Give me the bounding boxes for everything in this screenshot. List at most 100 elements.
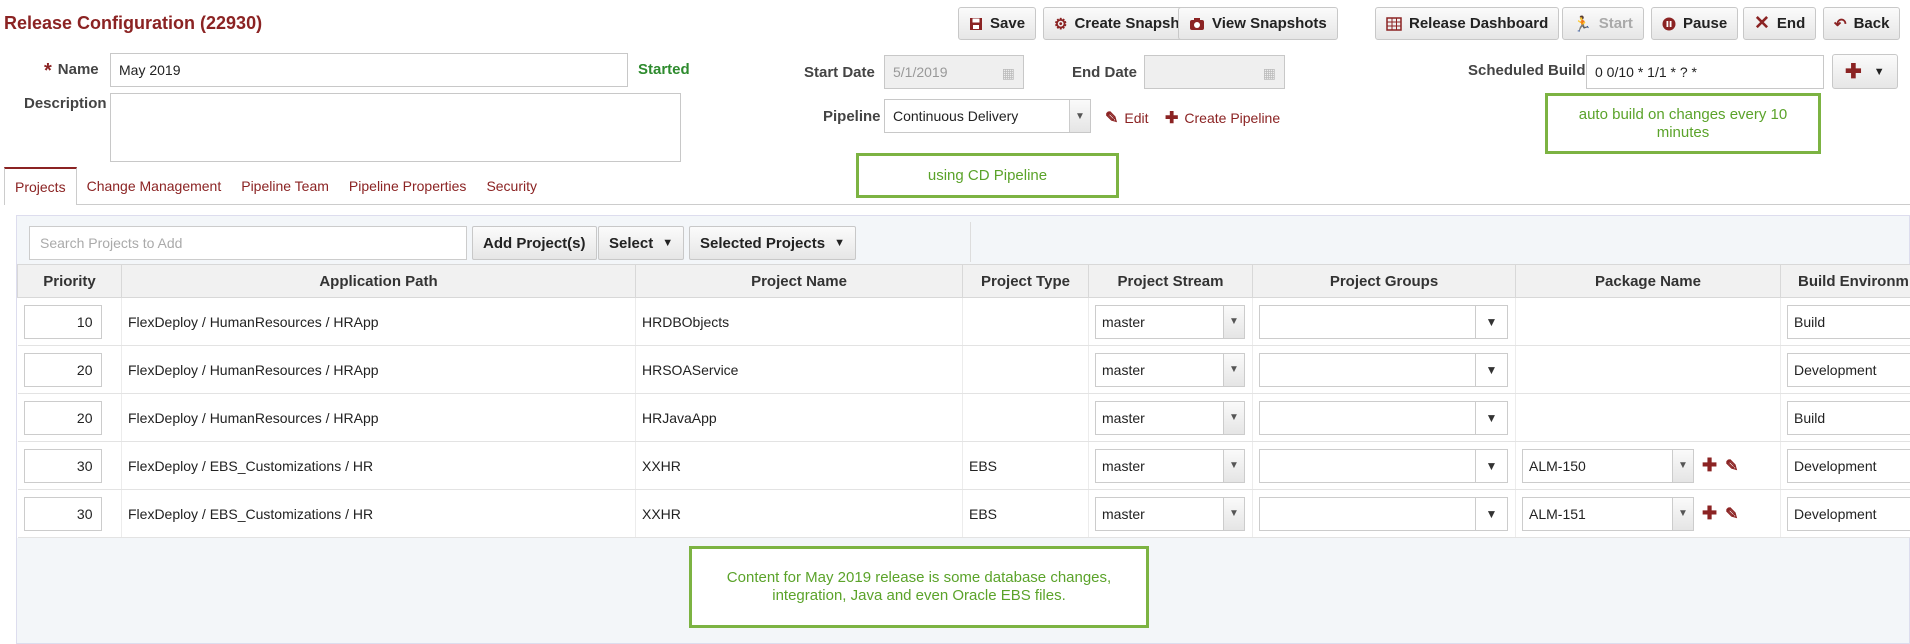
name-label: * Name xyxy=(44,60,99,82)
name-input[interactable]: May 2019 xyxy=(110,53,628,87)
description-label: Description xyxy=(24,95,107,112)
cd-pipeline-note: using CD Pipeline xyxy=(856,153,1119,198)
project-type: EBS xyxy=(962,489,1089,538)
caret-down-icon[interactable]: ▼ xyxy=(1475,497,1507,530)
build-environment-select[interactable]: Development xyxy=(1787,352,1910,387)
search-projects-input[interactable]: Search Projects to Add xyxy=(29,226,467,260)
end-button[interactable]: ✕ End xyxy=(1743,7,1817,40)
project-stream-select[interactable]: master ▼ xyxy=(1095,496,1245,531)
tab-projects[interactable]: Projects xyxy=(4,167,77,205)
view-snapshots-button[interactable]: View Snapshots xyxy=(1178,7,1338,40)
plus-icon[interactable]: ✚ xyxy=(1702,455,1717,476)
pause-icon xyxy=(1662,17,1676,31)
start-date-input[interactable]: 5/1/2019 ▦ xyxy=(884,55,1024,89)
select-dropdown-button[interactable]: Select ▼ xyxy=(598,226,685,260)
column-header-package-name[interactable]: Package Name xyxy=(1515,264,1781,298)
priority-input[interactable]: 30 xyxy=(23,496,102,531)
tab-security[interactable]: Security xyxy=(476,167,547,205)
chevron-down-icon[interactable]: ▼ xyxy=(1223,449,1244,482)
priority-input[interactable]: 20 xyxy=(23,400,102,435)
edit-pipeline-link[interactable]: ✎ Edit xyxy=(1105,108,1149,128)
project-stream-select[interactable]: master ▼ xyxy=(1095,400,1245,435)
package-cell: ALM-151 ▼ ✚ ✎ xyxy=(1522,496,1774,531)
pencil-icon: ✎ xyxy=(1105,110,1119,127)
save-icon xyxy=(969,17,983,31)
calendar-icon[interactable]: ▦ xyxy=(1002,65,1015,82)
column-header-application-path[interactable]: Application Path xyxy=(121,264,636,298)
chevron-down-icon[interactable]: ▼ xyxy=(1672,497,1693,530)
start-button[interactable]: 🏃 Start xyxy=(1562,7,1644,40)
build-environment-select[interactable]: Development xyxy=(1787,448,1910,483)
description-input[interactable] xyxy=(110,93,681,162)
scheduled-build-input[interactable]: 0 0/10 * 1/1 * ? * xyxy=(1586,55,1824,89)
package-select[interactable]: ALM-150 ▼ xyxy=(1522,448,1694,483)
column-header-project-groups[interactable]: Project Groups xyxy=(1252,264,1516,298)
camera-icon xyxy=(1189,17,1205,31)
grid-icon xyxy=(1386,16,1402,31)
plus-icon[interactable]: ✚ xyxy=(1702,503,1717,524)
pipeline-select[interactable]: Continuous Delivery ▼ xyxy=(884,99,1091,133)
project-groups-select[interactable]: ▼ xyxy=(1259,496,1508,531)
tab-pipeline-team[interactable]: Pipeline Team xyxy=(231,167,339,205)
build-environment-select[interactable]: Build xyxy=(1787,304,1910,339)
caret-down-icon: ▼ xyxy=(834,237,845,249)
chevron-down-icon[interactable]: ▼ xyxy=(1223,497,1244,530)
tab-pipeline-properties[interactable]: Pipeline Properties xyxy=(339,167,477,205)
scheduled-build-label: Scheduled Build xyxy=(1468,62,1586,79)
priority-input[interactable]: 20 xyxy=(23,352,102,387)
column-header-build-environment[interactable]: Build Environm xyxy=(1780,264,1910,298)
priority-input[interactable]: 30 xyxy=(23,448,102,483)
project-groups-select[interactable]: ▼ xyxy=(1259,400,1508,435)
tab-change-management[interactable]: Change Management xyxy=(77,167,232,205)
back-button[interactable]: ↶ Back xyxy=(1823,7,1901,40)
auto-build-note: auto build on changes every 10 minutes xyxy=(1545,93,1821,154)
add-projects-button[interactable]: Add Project(s) xyxy=(472,226,597,260)
project-stream-select[interactable]: master ▼ xyxy=(1095,448,1245,483)
chevron-down-icon[interactable]: ▼ xyxy=(1069,100,1090,132)
pencil-icon[interactable]: ✎ xyxy=(1725,504,1738,524)
package-select[interactable]: ALM-151 ▼ xyxy=(1522,496,1694,531)
caret-down-icon[interactable]: ▼ xyxy=(1475,401,1507,434)
caret-down-icon: ▼ xyxy=(662,237,674,249)
chevron-down-icon[interactable]: ▼ xyxy=(1223,401,1244,434)
build-environment-select[interactable]: Build xyxy=(1787,400,1910,435)
create-pipeline-link[interactable]: ✚ Create Pipeline xyxy=(1165,108,1280,128)
priority-input[interactable]: 10 xyxy=(23,304,102,339)
gear-icon: ⚙ xyxy=(1054,15,1068,33)
project-type xyxy=(962,345,1089,394)
application-path: FlexDeploy / HumanResources / HRApp xyxy=(121,345,636,394)
table-row[interactable]: 10 FlexDeploy / HumanResources / HRApp HRD… xyxy=(17,297,1910,346)
schedule-add-dropdown[interactable]: ✚ ▼ xyxy=(1832,54,1898,89)
pause-button[interactable]: Pause xyxy=(1651,7,1739,40)
table-row[interactable]: 20 FlexDeploy / HumanResources / HRApp HRJ… xyxy=(17,393,1910,442)
column-header-project-stream[interactable]: Project Stream xyxy=(1088,264,1253,298)
caret-down-icon[interactable]: ▼ xyxy=(1475,353,1507,386)
caret-down-icon: ▼ xyxy=(1873,65,1885,78)
build-environment-select[interactable]: Development xyxy=(1787,496,1910,531)
save-button[interactable]: Save xyxy=(958,7,1037,40)
chevron-down-icon[interactable]: ▼ xyxy=(1223,353,1244,386)
project-groups-select[interactable]: ▼ xyxy=(1259,448,1508,483)
end-date-input[interactable]: ▦ xyxy=(1144,55,1285,89)
release-dashboard-button[interactable]: Release Dashboard xyxy=(1375,7,1560,40)
project-stream-select[interactable]: master ▼ xyxy=(1095,304,1245,339)
table-row[interactable]: 30 FlexDeploy / EBS_Customizations / HR XX… xyxy=(17,489,1910,538)
caret-down-icon[interactable]: ▼ xyxy=(1475,449,1507,482)
application-path: FlexDeploy / HumanResources / HRApp xyxy=(121,393,636,442)
caret-down-icon[interactable]: ▼ xyxy=(1475,305,1507,338)
table-row[interactable]: 20 FlexDeploy / HumanResources / HRApp HRS… xyxy=(17,345,1910,394)
required-icon: * xyxy=(44,60,52,82)
chevron-down-icon[interactable]: ▼ xyxy=(1672,449,1693,482)
project-groups-select[interactable]: ▼ xyxy=(1259,304,1508,339)
chevron-down-icon[interactable]: ▼ xyxy=(1223,305,1244,338)
column-header-project-name[interactable]: Project Name xyxy=(635,264,963,298)
selected-projects-dropdown-button[interactable]: Selected Projects ▼ xyxy=(689,226,856,260)
table-row[interactable]: 30 FlexDeploy / EBS_Customizations / HR XX… xyxy=(17,441,1910,490)
tab-bar: Projects Change Management Pipeline Team… xyxy=(4,167,547,205)
project-stream-select[interactable]: master ▼ xyxy=(1095,352,1245,387)
column-header-priority[interactable]: Priority xyxy=(17,264,122,298)
project-groups-select[interactable]: ▼ xyxy=(1259,352,1508,387)
column-header-project-type[interactable]: Project Type xyxy=(962,264,1089,298)
calendar-icon[interactable]: ▦ xyxy=(1263,65,1276,82)
pencil-icon[interactable]: ✎ xyxy=(1725,456,1738,476)
